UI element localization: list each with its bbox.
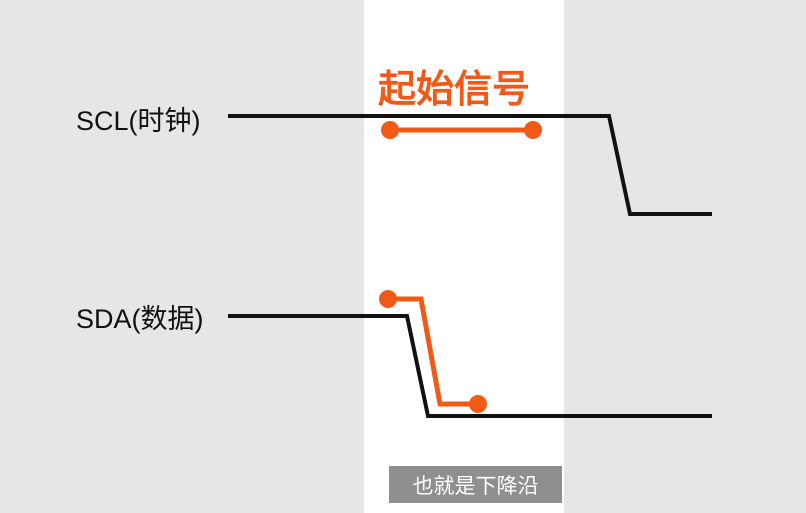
start-signal-title: 起始信号 — [378, 67, 531, 111]
scl-marker-end-dot — [524, 121, 542, 139]
sda-marker-end-dot — [469, 395, 487, 413]
sda-label: SDA(数据) — [76, 304, 204, 334]
falling-edge-caption: 也就是下降沿 — [389, 466, 562, 503]
sda-marker-start-dot — [379, 290, 397, 308]
scl-label: SCL(时钟) — [76, 106, 201, 136]
scl-marker-start-dot — [381, 121, 399, 139]
diagram-stage: 起始信号 SCL(时钟) SDA(数据) 也就是下降沿 — [0, 0, 806, 513]
